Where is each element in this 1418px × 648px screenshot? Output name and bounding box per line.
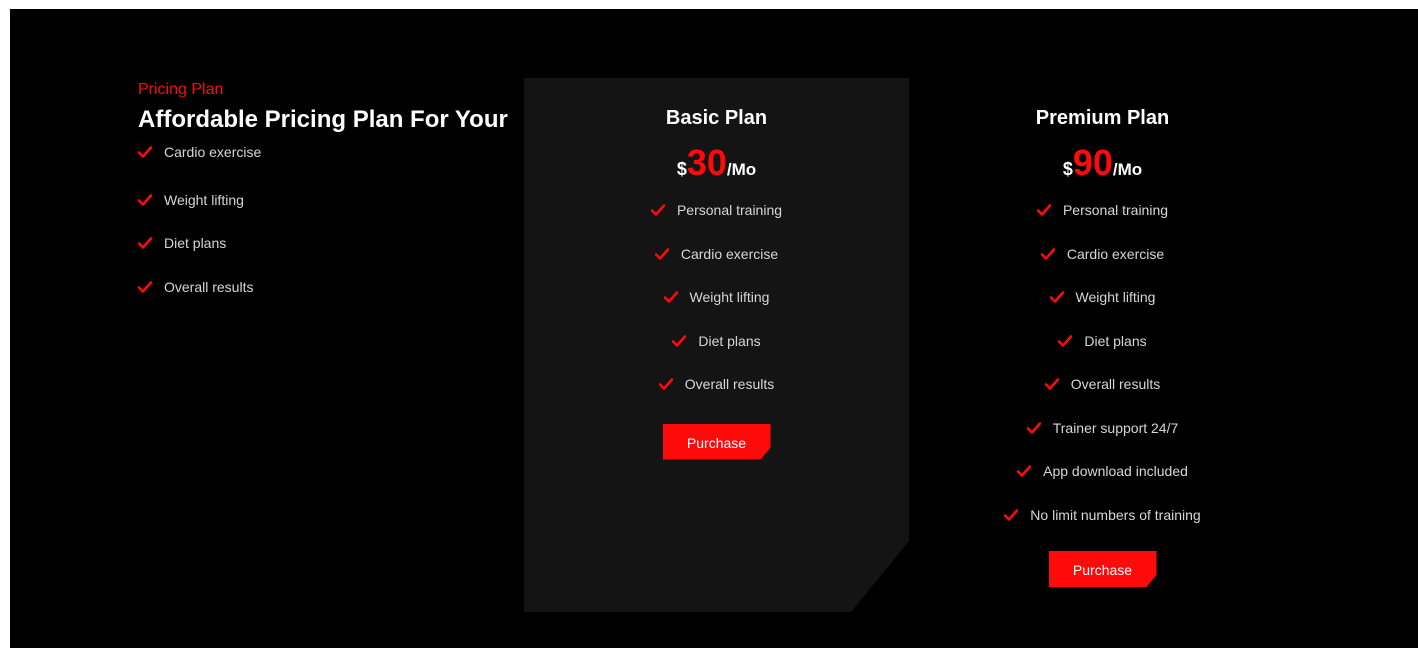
feature-label: Personal training bbox=[1062, 202, 1169, 218]
check-icon bbox=[654, 247, 669, 261]
list-item: Diet plans bbox=[524, 320, 909, 364]
feature-label: Overall results bbox=[164, 278, 254, 295]
feature-label: Weight lifting bbox=[164, 191, 244, 208]
feature-label: Diet plans bbox=[698, 332, 761, 349]
list-item: Diet plans bbox=[910, 320, 1295, 364]
feature-label: Overall results bbox=[1070, 376, 1161, 392]
check-icon bbox=[138, 280, 152, 294]
pricing-intro: Pricing Plan Affordable Pricing Plan For… bbox=[138, 79, 518, 309]
price-period: /Mo bbox=[726, 160, 757, 179]
basic-plan-card: Basic Plan $30/Mo Personal training Card… bbox=[524, 78, 909, 612]
price-currency: $ bbox=[676, 159, 687, 179]
check-icon bbox=[1017, 464, 1032, 478]
pricing-section: Pricing Plan Affordable Pricing Plan For… bbox=[10, 9, 1418, 648]
price-currency: $ bbox=[1062, 159, 1073, 179]
plan-feature-list: Personal training Cardio exercise Weight… bbox=[910, 189, 1295, 537]
premium-purchase-button[interactable]: Purchase bbox=[1048, 551, 1157, 587]
premium-plan-card: Premium Plan $90/Mo Personal training Ca… bbox=[910, 78, 1295, 612]
feature-label: Personal training bbox=[676, 202, 783, 218]
check-icon bbox=[672, 334, 687, 348]
feature-label: Weight lifting bbox=[1075, 289, 1156, 305]
check-icon bbox=[138, 145, 152, 159]
list-item: Cardio exercise bbox=[138, 139, 518, 165]
feature-label: Weight lifting bbox=[689, 289, 770, 305]
check-icon bbox=[1049, 290, 1064, 304]
plan-name: Basic Plan bbox=[665, 107, 768, 129]
feature-label: Diet plans bbox=[164, 235, 227, 252]
list-item: Weight lifting bbox=[524, 276, 909, 320]
feature-label: Cardio exercise bbox=[1066, 245, 1165, 262]
section-heading: Affordable Pricing Plan For Your bbox=[138, 106, 508, 133]
basic-purchase-button[interactable]: Purchase bbox=[662, 423, 771, 460]
list-item: Diet plans bbox=[138, 222, 518, 266]
list-item: Personal training bbox=[524, 189, 909, 233]
check-icon bbox=[658, 377, 673, 391]
plan-price: $30/Mo bbox=[524, 141, 909, 185]
feature-label: Cardio exercise bbox=[164, 144, 262, 160]
check-icon bbox=[138, 193, 152, 207]
check-icon bbox=[1004, 508, 1019, 522]
check-icon bbox=[1058, 334, 1073, 348]
feature-label: App download included bbox=[1043, 463, 1188, 479]
list-item: Cardio exercise bbox=[910, 233, 1295, 277]
section-eyebrow: Pricing Plan bbox=[138, 81, 224, 98]
check-icon bbox=[138, 236, 152, 250]
intro-feature-list: Cardio exercise Weight lifting Diet plan… bbox=[138, 139, 518, 309]
list-item: Overall results bbox=[138, 265, 518, 309]
price-amount: 90 bbox=[1072, 142, 1113, 183]
check-icon bbox=[1026, 421, 1041, 435]
feature-label: Trainer support 24/7 bbox=[1052, 419, 1179, 436]
check-icon bbox=[663, 290, 678, 304]
list-item: Overall results bbox=[910, 363, 1295, 407]
price-period: /Mo bbox=[1112, 160, 1143, 179]
plan-name: Premium Plan bbox=[1035, 107, 1170, 129]
plan-price: $90/Mo bbox=[910, 141, 1295, 185]
check-icon bbox=[1040, 247, 1055, 261]
price-amount: 30 bbox=[686, 142, 727, 183]
list-item: App download included bbox=[910, 450, 1295, 494]
feature-label: Cardio exercise bbox=[680, 245, 779, 262]
list-item: Overall results bbox=[524, 363, 909, 407]
list-item: Personal training bbox=[910, 189, 1295, 233]
feature-label: Diet plans bbox=[1084, 332, 1147, 349]
check-icon bbox=[650, 203, 665, 217]
check-icon bbox=[1036, 203, 1051, 217]
feature-label: No limit numbers of training bbox=[1030, 506, 1201, 523]
list-item: Weight lifting bbox=[138, 178, 518, 222]
check-icon bbox=[1044, 377, 1059, 391]
list-item: Trainer support 24/7 bbox=[910, 407, 1295, 451]
list-item: Weight lifting bbox=[910, 276, 1295, 320]
list-item: Cardio exercise bbox=[524, 233, 909, 277]
plan-feature-list: Personal training Cardio exercise Weight… bbox=[524, 189, 909, 407]
feature-label: Overall results bbox=[684, 376, 775, 392]
list-item: No limit numbers of training bbox=[910, 494, 1295, 538]
